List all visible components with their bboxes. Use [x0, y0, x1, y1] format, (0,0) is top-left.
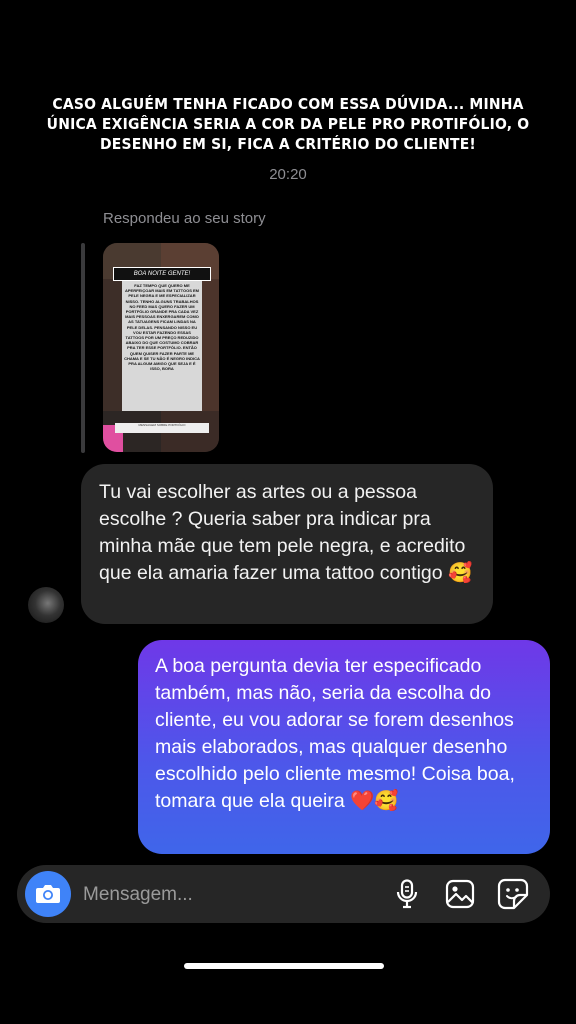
story-photo-tile: [202, 279, 219, 424]
message-input[interactable]: [81, 879, 375, 911]
microphone-button[interactable]: [391, 878, 423, 910]
home-indicator[interactable]: [184, 963, 384, 969]
camera-button[interactable]: [25, 871, 71, 917]
camera-icon: [36, 885, 60, 903]
message-composer: [17, 865, 550, 923]
outgoing-message-bubble[interactable]: A boa pergunta devia ter especificado ta…: [138, 640, 550, 854]
sticker-icon: [497, 878, 529, 910]
reply-indicator-bar: [81, 243, 85, 453]
message-timestamp: 20:20: [269, 166, 307, 183]
story-reply-label: Respondeu ao seu story: [103, 210, 266, 227]
avatar[interactable]: [28, 587, 64, 623]
gallery-button[interactable]: [444, 878, 476, 910]
story-photo-tile: [103, 279, 122, 424]
incoming-message-bubble[interactable]: Tu vai escolher as artes ou a pessoa esc…: [81, 464, 493, 624]
sticker-button[interactable]: [497, 878, 529, 910]
story-footer: MENSAGEM SOBRE PORTFÓLIO: [115, 423, 209, 433]
microphone-icon: [396, 879, 418, 909]
story-caption: CASO ALGUÉM TENHA FICADO COM ESSA DÚVIDA…: [46, 95, 530, 153]
story-banner: BOA NOITE GENTE!: [113, 267, 211, 281]
gallery-icon: [445, 879, 475, 909]
story-thumbnail[interactable]: BOA NOITE GENTE! FAZ TEMPO QUE QUERO ME …: [103, 243, 219, 452]
story-text-box: FAZ TEMPO QUE QUERO ME APERFEIÇOAR MAIS …: [122, 281, 202, 411]
